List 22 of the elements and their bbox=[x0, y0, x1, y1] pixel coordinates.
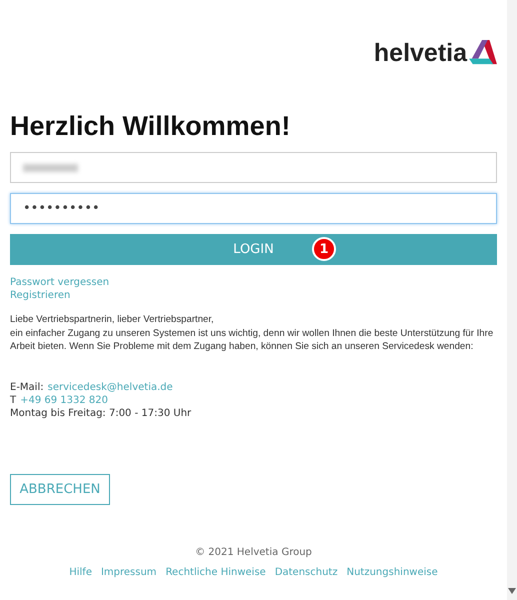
footer-link[interactable]: Impressum bbox=[100, 566, 157, 578]
username-field[interactable] bbox=[10, 152, 497, 183]
footer-link[interactable]: Rechtliche Hinweise bbox=[166, 566, 266, 578]
page-title: Herzlich Willkommen! bbox=[10, 110, 292, 142]
footer-link[interactable]: Datenschutz bbox=[274, 566, 338, 578]
opening-hours: Montag bis Freitag: 7:00 - 17:30 Uhr bbox=[10, 406, 192, 420]
intro-paragraph: Liebe Vertriebspartnerin, lieber Vertriebspartner, bbox=[10, 313, 215, 326]
email-link[interactable]: servicedesk@helvetia.de bbox=[48, 380, 173, 394]
copyright: © 2021 Helvetia Group bbox=[195, 546, 312, 558]
scroll-down-icon[interactable] bbox=[508, 588, 516, 594]
email-label: E-Mail: bbox=[10, 380, 44, 394]
helvetia-logo: helvetia bbox=[374, 40, 497, 66]
cancel-button[interactable]: ABBRECHEN bbox=[10, 474, 110, 504]
link[interactable]: Registrieren bbox=[10, 289, 70, 302]
footer-link[interactable]: Nutzungshinweise bbox=[346, 566, 438, 578]
intro-paragraph: ein einfacher Zugang zu unseren Systemen ist uns wichtig, denn wir wollen Ihnen die beste Unterstützung für Ihre Arbeit bieten. Wenn Sie Probleme mit dem Zugang haben, können Sie sich an unseren Servicedesk wenden: bbox=[10, 326, 494, 354]
scrollbar[interactable] bbox=[507, 0, 517, 600]
phone-link[interactable]: +49 69 1332 820 bbox=[20, 394, 108, 406]
link[interactable]: Passwort vergessen bbox=[10, 276, 110, 289]
footer-link[interactable]: Hilfe bbox=[69, 566, 92, 578]
phone-label: T bbox=[10, 394, 16, 406]
password-field[interactable]: •••••••••• bbox=[10, 193, 497, 224]
